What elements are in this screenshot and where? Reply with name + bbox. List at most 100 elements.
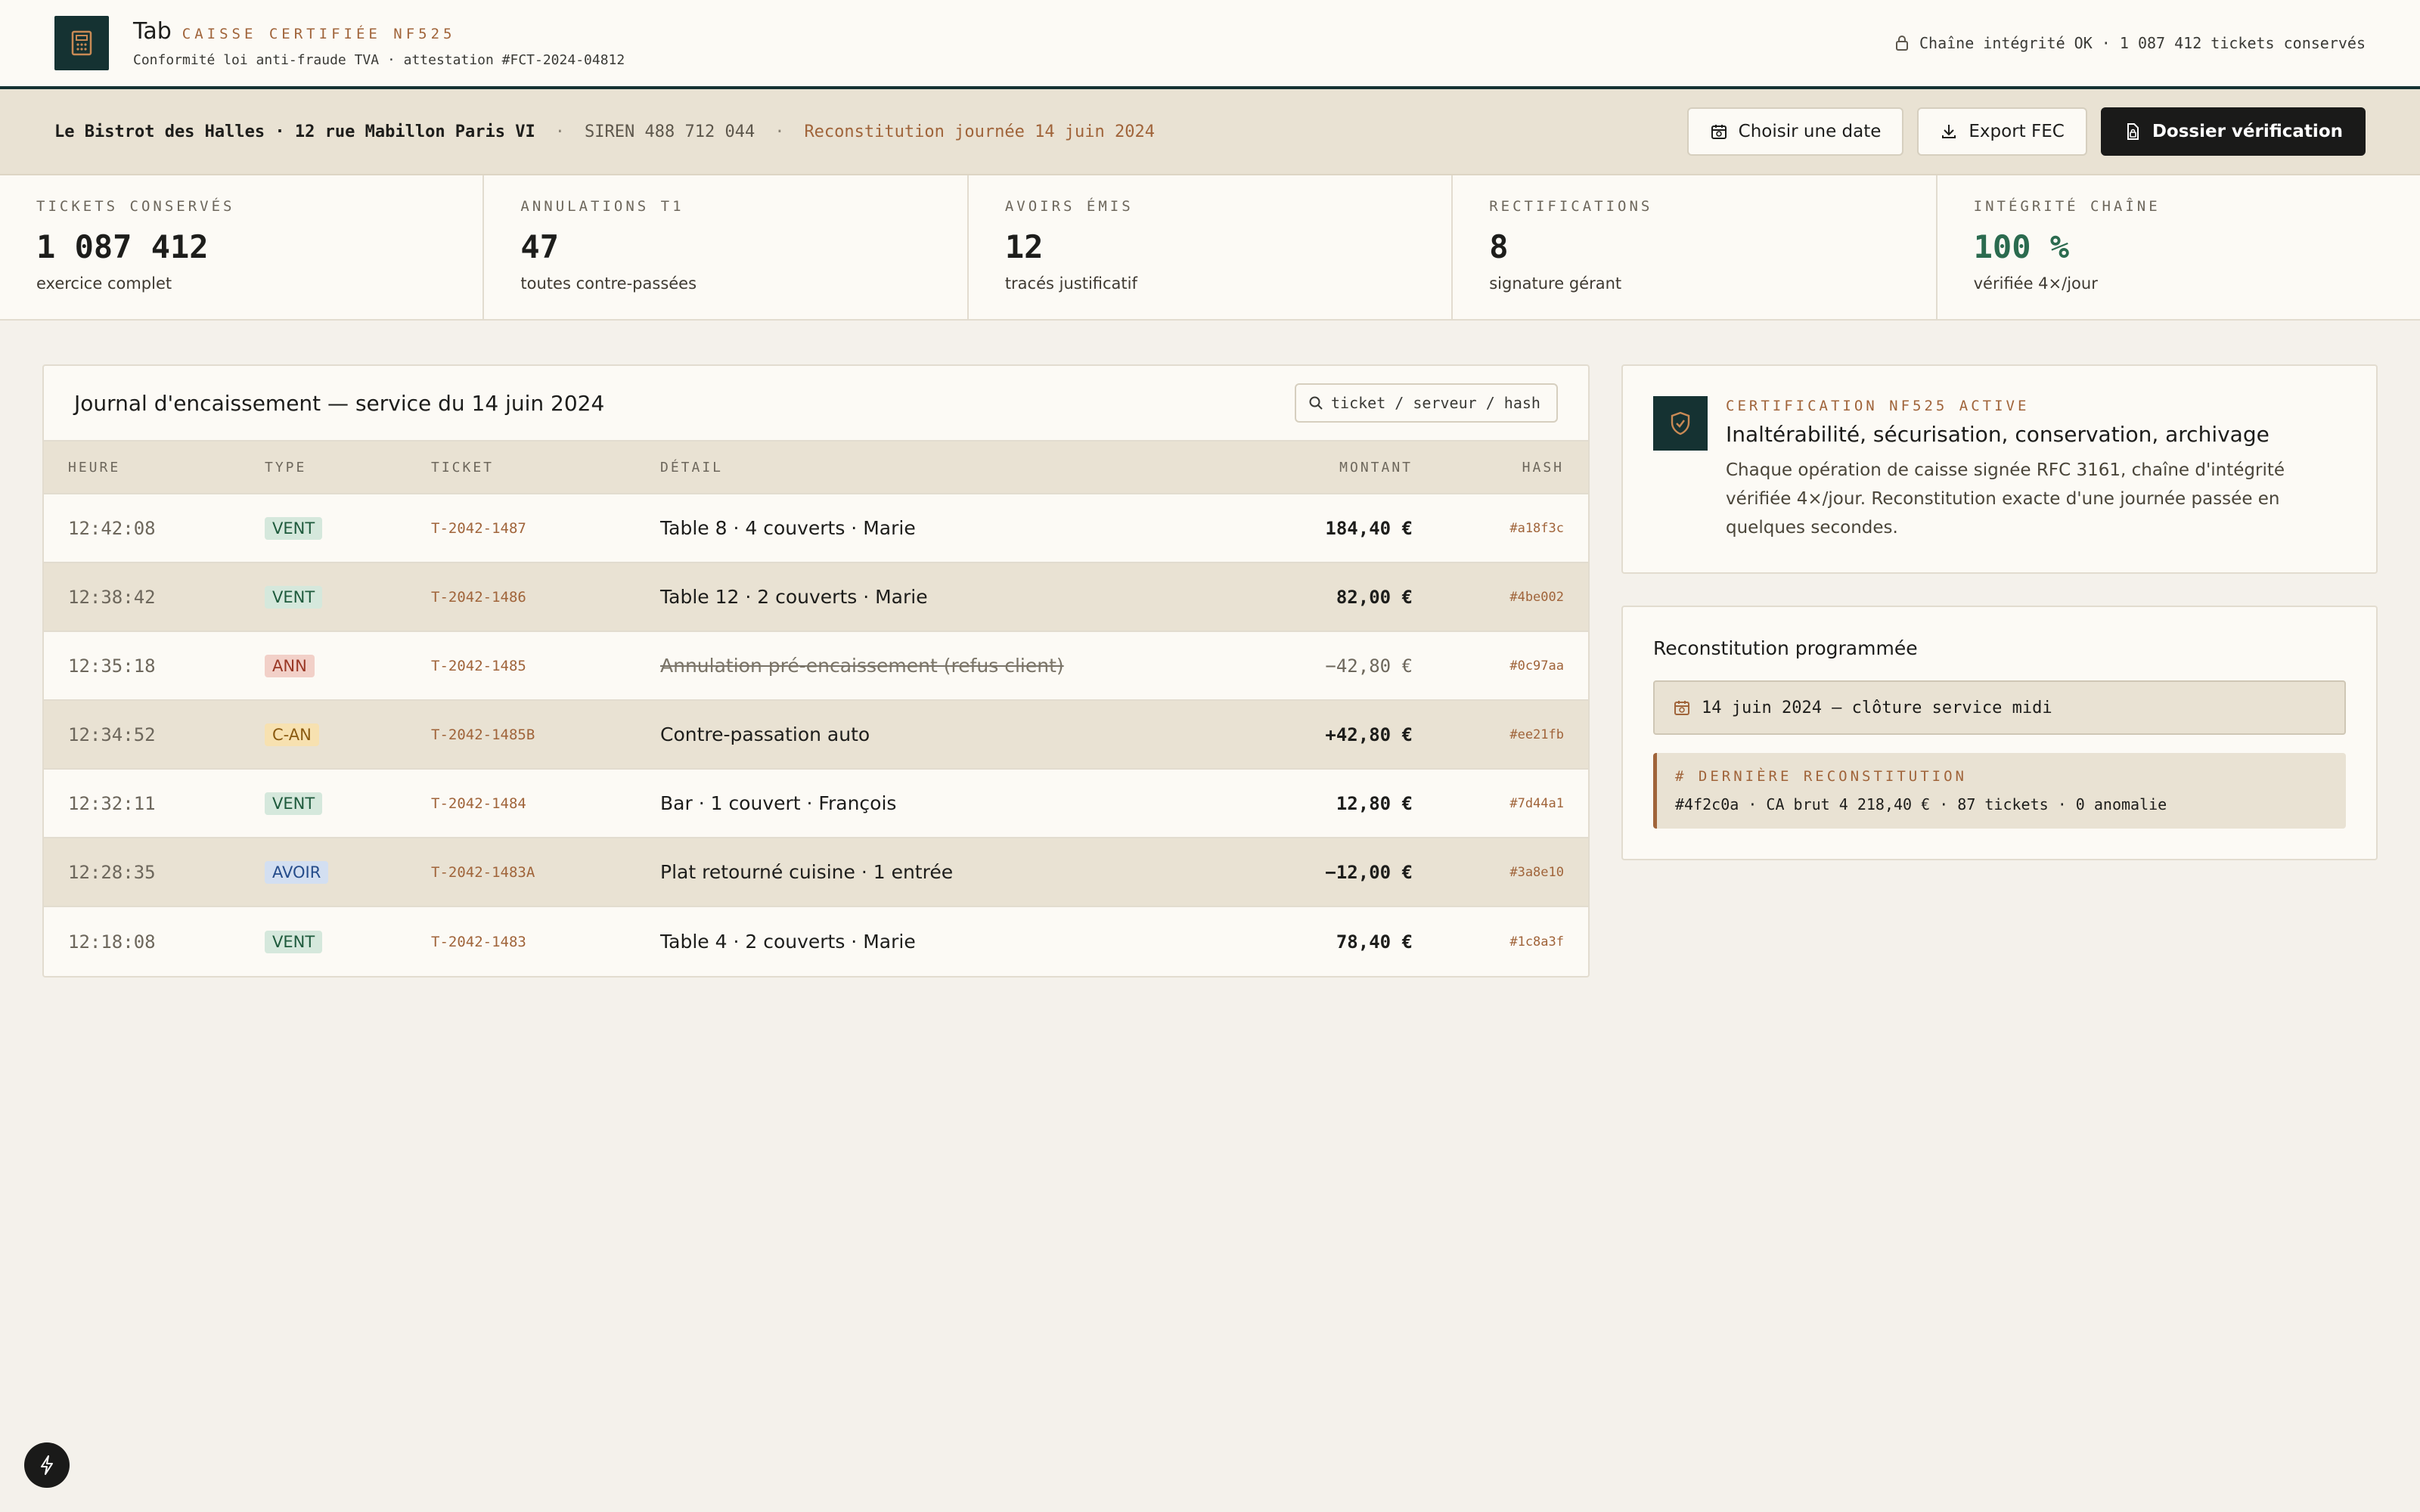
calendar-icon <box>1674 701 1689 715</box>
row-detail: Annulation pré-encaissement (refus clien… <box>660 655 1064 677</box>
choose-date-button[interactable]: Choisir une date <box>1686 107 1904 156</box>
type-badge: VENT <box>265 516 323 540</box>
col-time[interactable]: HEURE <box>68 460 265 476</box>
date-field[interactable]: 14 juin 2024 — clôture service midi <box>1653 680 2346 735</box>
journal-header: Journal d'encaissement — service du 14 j… <box>44 366 1588 442</box>
type-badge: VENT <box>265 585 323 609</box>
siren-number: SIREN 488 712 044 <box>585 122 755 141</box>
table-row[interactable]: 12:32:11 VENT T-2042-1484 Bar · 1 couver… <box>44 770 1588 838</box>
row-hash[interactable]: #1c8a3f <box>1413 934 1564 950</box>
brand-block: Tab CAISSE CERTIFIÉE NF525 Conformité lo… <box>133 18 625 68</box>
row-time: 12:32:11 <box>68 792 156 814</box>
kpi-value: 8 <box>1489 228 1509 265</box>
row-hash[interactable]: #7d44a1 <box>1413 796 1564 811</box>
col-amount[interactable]: MONTANT <box>1261 460 1413 476</box>
verification-dossier-label: Dossier vérification <box>2152 122 2343 141</box>
row-time: 12:28:35 <box>68 861 156 883</box>
row-time: 12:18:08 <box>68 931 156 953</box>
row-ticket[interactable]: T-2042-1486 <box>431 589 660 606</box>
row-ticket[interactable]: T-2042-1487 <box>431 520 660 537</box>
kpi-label: INTÉGRITÉ CHAÎNE <box>1973 198 2161 215</box>
row-hash[interactable]: #0c97aa <box>1413 658 1564 674</box>
row-detail: Table 12 · 2 couverts · Marie <box>660 586 928 608</box>
table-row[interactable]: 12:38:42 VENT T-2042-1486 Table 12 · 2 c… <box>44 563 1588 632</box>
type-badge: VENT <box>265 930 323 953</box>
export-fec-button[interactable]: Export FEC <box>1917 107 2087 156</box>
lock-icon <box>1895 36 1908 51</box>
kpi-label: TICKETS CONSERVÉS <box>36 198 235 215</box>
kpi-cancellations: ANNULATIONS T1 47 toutes contre-passées <box>484 175 969 319</box>
col-detail[interactable]: DÉTAIL <box>660 460 1261 476</box>
kpi-tickets: TICKETS CONSERVÉS 1 087 412 exercice com… <box>0 175 485 319</box>
row-ticket[interactable]: T-2042-1483A <box>431 864 660 881</box>
integrity-text: Chaîne intégrité OK · 1 087 412 tickets … <box>1919 34 2366 52</box>
date-value: 14 juin 2024 — clôture service midi <box>1702 698 2052 717</box>
table-row[interactable]: 12:42:08 VENT T-2042-1487 Table 8 · 4 co… <box>44 494 1588 563</box>
kpi-credits: AVOIRS ÉMIS 12 tracés justificatif <box>969 175 1454 319</box>
kpi-sub: vérifiée 4×/jour <box>1973 274 2098 293</box>
certification-text: Chaque opération de caisse signée RFC 31… <box>1726 460 2285 538</box>
kpi-value: 47 <box>520 228 559 265</box>
type-badge: ANN <box>265 654 315 677</box>
row-amount: −42,80 € <box>1325 655 1413 677</box>
type-badge: VENT <box>265 792 323 815</box>
journal-panel: Journal d'encaissement — service du 14 j… <box>42 364 1590 978</box>
table-row[interactable]: 12:34:52 C-AN T-2042-1485B Contre-passat… <box>44 701 1588 770</box>
row-amount: 184,40 € <box>1325 517 1413 539</box>
kpi-label: ANNULATIONS T1 <box>520 198 684 215</box>
search-box[interactable] <box>1295 383 1558 423</box>
shield-icon <box>1653 396 1708 451</box>
kpi-rectifications: RECTIFICATIONS 8 signature gérant <box>1453 175 1938 319</box>
row-type: C-AN <box>265 723 431 746</box>
row-ticket[interactable]: T-2042-1485 <box>431 658 660 674</box>
table-header: HEURE TYPE TICKET DÉTAIL MONTANT HASH <box>44 442 1588 494</box>
certification-tag: CERTIFICATION NF525 ACTIVE <box>1726 398 2030 414</box>
row-type: VENT <box>265 585 431 609</box>
search-icon <box>1309 396 1323 410</box>
kpi-sub: signature gérant <box>1489 274 1622 293</box>
table-row[interactable]: 12:18:08 VENT T-2042-1483 Table 4 · 2 co… <box>44 907 1588 976</box>
table-row[interactable]: 12:35:18 ANN T-2042-1485 Annulation pré-… <box>44 632 1588 701</box>
row-type: AVOIR <box>265 860 431 884</box>
row-hash[interactable]: #3a8e10 <box>1413 865 1564 880</box>
brand-tag: CAISSE CERTIFIÉE NF525 <box>182 26 456 42</box>
brand-subtitle: Conformité loi anti-fraude TVA · attesta… <box>133 52 625 68</box>
reconstitution-label: Reconstitution journée 14 juin 2024 <box>804 122 1156 141</box>
col-hash[interactable]: HASH <box>1413 460 1564 476</box>
search-input[interactable] <box>1331 394 1543 412</box>
row-ticket[interactable]: T-2042-1483 <box>431 934 660 950</box>
row-type: VENT <box>265 516 431 540</box>
col-ticket[interactable]: TICKET <box>431 460 660 476</box>
row-type: VENT <box>265 930 431 953</box>
row-hash[interactable]: #ee21fb <box>1413 727 1564 742</box>
calendar-icon <box>1711 125 1727 139</box>
row-ticket[interactable]: T-2042-1484 <box>431 795 660 812</box>
kpi-sub: exercice complet <box>36 274 172 293</box>
row-amount: 12,80 € <box>1336 792 1413 814</box>
row-type: ANN <box>265 654 431 677</box>
row-hash[interactable]: #4be002 <box>1413 590 1564 605</box>
register-icon[interactable] <box>54 16 109 70</box>
row-time: 12:38:42 <box>68 586 156 608</box>
row-ticket[interactable]: T-2042-1485B <box>431 727 660 743</box>
row-hash[interactable]: #a18f3c <box>1413 521 1564 536</box>
table-row[interactable]: 12:28:35 AVOIR T-2042-1483A Plat retourn… <box>44 838 1588 907</box>
export-fec-label: Export FEC <box>1969 122 2065 141</box>
kpi-sub: tracés justificatif <box>1004 274 1137 293</box>
col-type[interactable]: TYPE <box>265 460 431 476</box>
brand-name: Tab <box>133 18 172 45</box>
action-buttons: Choisir une date Export FEC Dossier véri… <box>1686 107 2366 156</box>
last-reconstitution-tag: # DERNIÈRE RECONSTITUTION <box>1675 768 1967 785</box>
row-detail: Bar · 1 couvert · François <box>660 792 897 814</box>
reconstitution-card: Reconstitution programmée 14 juin 2024 —… <box>1621 606 2378 860</box>
separator: · <box>774 122 785 141</box>
kpi-label: RECTIFICATIONS <box>1489 198 1653 215</box>
row-time: 12:42:08 <box>68 517 156 539</box>
reconstitution-title: Reconstitution programmée <box>1653 637 1918 659</box>
lightning-icon[interactable] <box>24 1442 70 1488</box>
download-icon <box>1942 125 1956 138</box>
verification-dossier-button[interactable]: Dossier vérification <box>2100 107 2366 156</box>
kpi-strip: TICKETS CONSERVÉS 1 087 412 exercice com… <box>0 175 2420 321</box>
row-time: 12:34:52 <box>68 723 156 745</box>
side-panel: CERTIFICATION NF525 ACTIVE Inaltérabilit… <box>1621 364 2378 978</box>
